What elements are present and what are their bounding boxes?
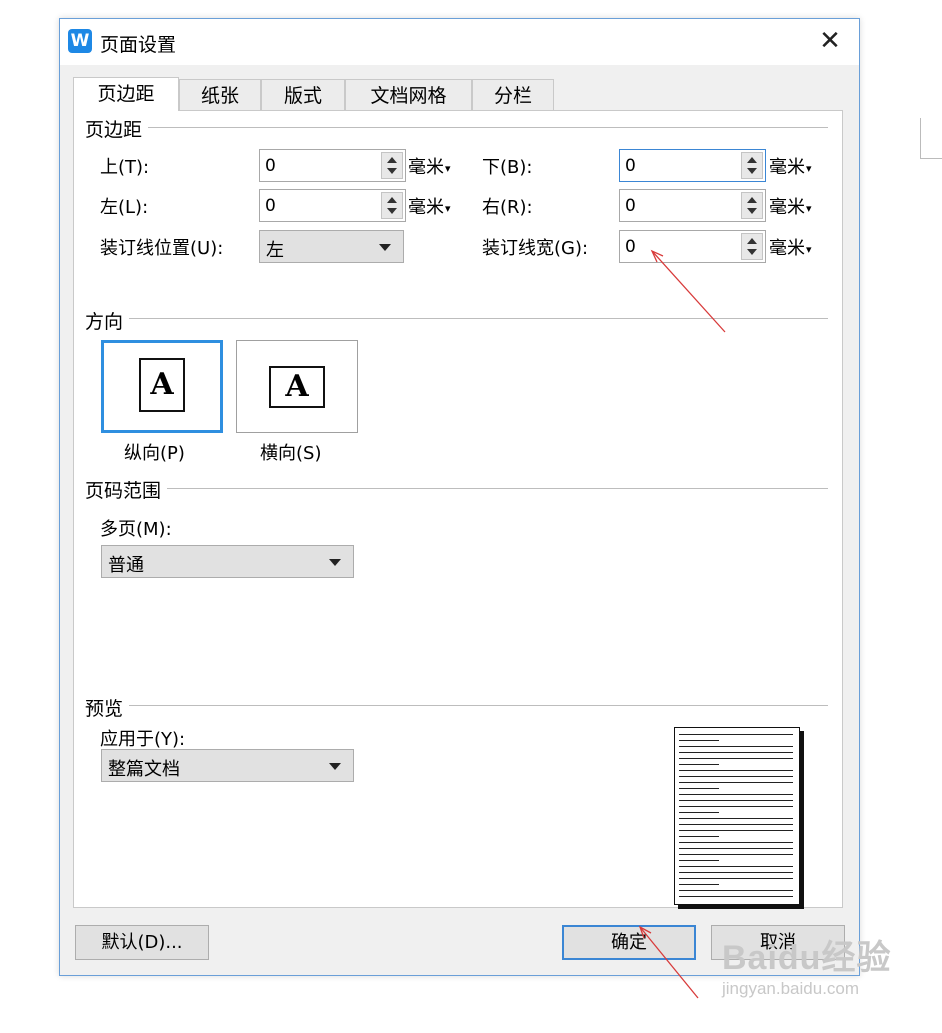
section-title-orientation: 方向 xyxy=(85,307,130,334)
baidu-jingyan-watermark: Baidu经验 jingyan.baidu.com xyxy=(722,930,891,999)
watermark-brand: Baidu经验 xyxy=(722,939,892,977)
arrow-to-gutter-field xyxy=(651,250,726,333)
section-title-margins: 页边距 xyxy=(85,115,149,142)
annotation-arrows xyxy=(638,249,726,999)
tab-margins[interactable]: 页边距 xyxy=(73,77,179,111)
section-title-preview: 预览 xyxy=(85,694,130,721)
watermark-url: jingyan.baidu.com xyxy=(722,979,860,998)
section-title-page-range: 页码范围 xyxy=(85,476,168,503)
arrow-to-ok-button xyxy=(639,926,699,999)
